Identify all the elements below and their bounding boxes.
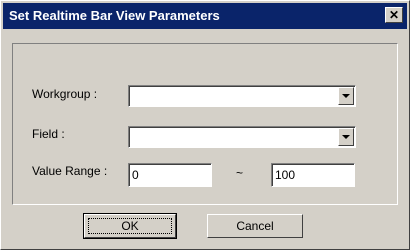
- chevron-down-icon: [342, 135, 350, 139]
- range-separator: ~: [236, 166, 244, 180]
- dialog-window: Set Realtime Bar View Parameters ✕ Workg…: [0, 0, 410, 250]
- field-dropdown[interactable]: [128, 126, 356, 148]
- field-dropdown-button[interactable]: [338, 128, 354, 146]
- chevron-down-icon: [342, 94, 350, 98]
- cancel-button[interactable]: Cancel: [207, 214, 303, 238]
- value-range-label: Value Range :: [32, 164, 108, 178]
- field-label: Field :: [32, 127, 65, 141]
- workgroup-dropdown[interactable]: [128, 85, 356, 107]
- title-bar[interactable]: Set Realtime Bar View Parameters ✕: [3, 3, 407, 29]
- close-icon: ✕: [388, 8, 400, 22]
- close-button[interactable]: ✕: [385, 7, 403, 23]
- ok-button[interactable]: OK: [83, 213, 177, 239]
- ok-focus-rect: [88, 218, 172, 234]
- range-min-input[interactable]: 0: [128, 163, 212, 187]
- cancel-label: Cancel: [236, 219, 274, 233]
- workgroup-label: Workgroup :: [32, 87, 98, 101]
- workgroup-dropdown-button[interactable]: [338, 87, 354, 105]
- window-title: Set Realtime Bar View Parameters: [9, 8, 220, 23]
- range-max-input[interactable]: 100: [271, 163, 355, 187]
